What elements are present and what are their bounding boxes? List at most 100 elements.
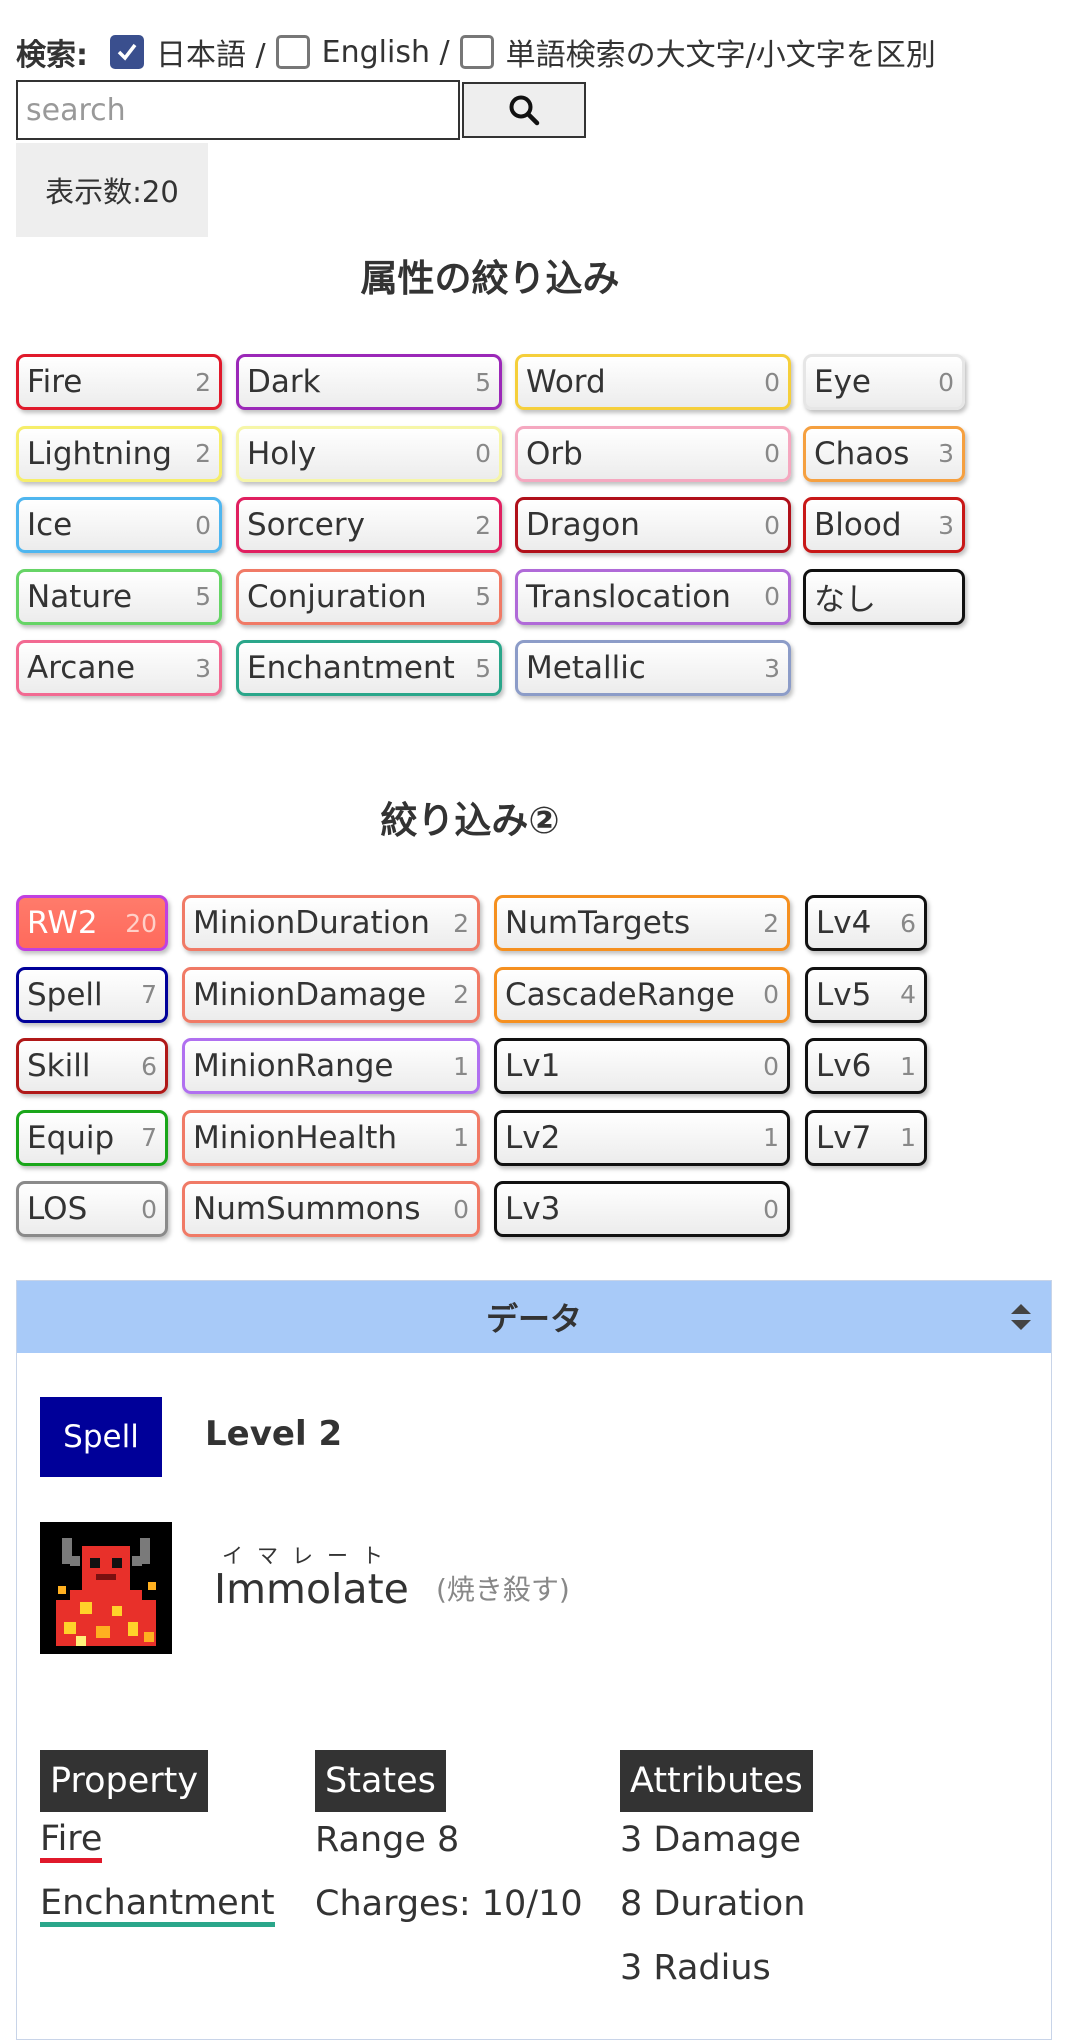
tag-count: 0 — [763, 1051, 779, 1081]
tag-count: 7 — [141, 980, 157, 1009]
attr-tag-enchantment[interactable]: Enchantment 5 — [236, 640, 502, 696]
tag-count: 0 — [764, 439, 780, 468]
tag-count: 0 — [764, 582, 780, 611]
filter2-tag-equip[interactable]: Equip 7 — [16, 1109, 168, 1166]
filter2-tag-minionrange[interactable]: MinionRange 1 — [182, 1038, 480, 1094]
tag-count: 5 — [475, 582, 491, 611]
tag-label: Dark — [247, 364, 321, 400]
sort-icon[interactable] — [1008, 1301, 1034, 1333]
spell-jp-name: (焼き殺す) — [436, 1573, 570, 1606]
attribute-filter-title: 属性の絞り込み — [360, 257, 620, 300]
filter2-tag-lv2[interactable]: Lv2 1 — [494, 1109, 790, 1166]
filter2-tag-los[interactable]: LOS 0 — [16, 1181, 168, 1237]
property-fire: Fire — [40, 1820, 103, 1863]
filter2-tag-numtargets[interactable]: NumTargets 2 — [494, 895, 790, 951]
state-charges: Charges: 10/10 — [315, 1884, 583, 1924]
filter2-tag-cascaderange[interactable]: CascadeRange 0 — [494, 966, 790, 1023]
tag-label: Translocation — [526, 578, 731, 615]
tag-label: MinionDuration — [193, 905, 430, 941]
attr-tag-ice[interactable]: Ice 0 — [16, 497, 222, 553]
japanese-option-label[interactable]: 日本語 / — [156, 30, 266, 74]
search-options: 検索: 日本語 / English / 単語検索の大文字/小文字を区別 — [16, 28, 936, 76]
search-button[interactable] — [462, 82, 586, 138]
tag-count: 6 — [900, 908, 916, 938]
attributes-header: Attributes — [620, 1750, 813, 1812]
filter2-tag-lv3[interactable]: Lv3 0 — [494, 1181, 790, 1237]
tag-count: 2 — [195, 439, 211, 468]
attr-tag-orb[interactable]: Orb 0 — [515, 425, 791, 482]
attr-tag-blood[interactable]: Blood 3 — [803, 497, 965, 553]
english-option-label[interactable]: English / — [322, 35, 450, 70]
attr-tag-nature[interactable]: Nature 5 — [16, 568, 222, 625]
tag-label: Sorcery — [247, 507, 365, 543]
tag-count: 2 — [475, 510, 491, 540]
tag-label: Fire — [27, 364, 83, 400]
search-input[interactable] — [16, 80, 460, 140]
filter2-tag-rw2[interactable]: RW2 20 — [16, 895, 168, 951]
attr-tag-chaos[interactable]: Chaos 3 — [803, 425, 965, 482]
attr-tag-sorcery[interactable]: Sorcery 2 — [236, 497, 502, 553]
filter2-tag-spell[interactable]: Spell 7 — [16, 966, 168, 1023]
filter2-tag-minionhealth[interactable]: MinionHealth 1 — [182, 1109, 480, 1166]
filter2-tag-lv6[interactable]: Lv6 1 — [805, 1038, 927, 1094]
filter2-tag-lv5[interactable]: Lv5 4 — [805, 966, 927, 1023]
display-count[interactable]: 表示数:20 — [16, 143, 208, 237]
attr-tag-none[interactable]: なし — [803, 568, 965, 625]
check-icon — [117, 43, 137, 61]
attr-tag-eye[interactable]: Eye 0 — [803, 354, 965, 410]
filter2-tag-minionduration[interactable]: MinionDuration 2 — [182, 895, 480, 951]
filter2-tag-lv4[interactable]: Lv4 6 — [805, 895, 927, 951]
tag-count: 0 — [195, 510, 211, 540]
tag-count: 0 — [141, 1194, 157, 1224]
japanese-checkbox[interactable] — [110, 35, 144, 69]
attr-tag-conjuration[interactable]: Conjuration 5 — [236, 568, 502, 625]
tag-count: 1 — [900, 1123, 916, 1152]
attr-tag-dark[interactable]: Dark 5 — [236, 354, 502, 410]
immolate-portrait-image — [40, 1522, 172, 1654]
spell-name: Immolate — [214, 1565, 409, 1613]
tag-label: Ice — [27, 507, 73, 543]
filter2-tag-lv7[interactable]: Lv7 1 — [805, 1109, 927, 1166]
attr-tag-arcane[interactable]: Arcane 3 — [16, 640, 222, 696]
tag-count: 0 — [938, 367, 954, 397]
tag-count: 7 — [141, 1123, 157, 1152]
tag-label: Orb — [526, 435, 583, 472]
property-header: Property — [40, 1750, 209, 1812]
tag-count: 5 — [195, 582, 211, 611]
attr-tag-holy[interactable]: Holy 0 — [236, 425, 502, 482]
attr-tag-lightning[interactable]: Lightning 2 — [16, 425, 222, 482]
case-sensitive-checkbox[interactable] — [459, 35, 494, 69]
english-checkbox[interactable] — [275, 35, 310, 69]
tag-count: 2 — [763, 908, 779, 938]
tag-label: MinionDamage — [193, 976, 427, 1013]
tag-count: 5 — [475, 367, 491, 397]
data-panel-header[interactable]: データ — [17, 1281, 1051, 1353]
spell-level: Level 2 — [205, 1414, 343, 1454]
state-range: Range 8 — [315, 1820, 460, 1860]
attr-tag-fire[interactable]: Fire 2 — [16, 354, 222, 410]
filter2-tag-numsummons[interactable]: NumSummons 0 — [182, 1181, 480, 1237]
filter2-tag-miniondamage[interactable]: MinionDamage 2 — [182, 966, 480, 1023]
tag-count: 0 — [475, 439, 491, 468]
tag-count: 1 — [900, 1051, 916, 1081]
case-sensitive-option-label[interactable]: 単語検索の大文字/小文字を区別 — [506, 30, 936, 74]
tag-count: 0 — [763, 1194, 779, 1224]
tag-label: Skill — [27, 1048, 91, 1084]
tag-count: 0 — [764, 367, 780, 397]
attr-tag-word[interactable]: Word 0 — [515, 354, 791, 410]
tag-count: 3 — [195, 653, 211, 683]
tag-label: MinionRange — [193, 1048, 394, 1084]
filter2-tag-lv1[interactable]: Lv1 0 — [494, 1038, 790, 1094]
attr-tag-translocation[interactable]: Translocation 0 — [515, 568, 791, 625]
tag-label: Holy — [247, 435, 317, 472]
tag-label: Lv7 — [816, 1119, 872, 1156]
tag-label: Word — [526, 364, 606, 400]
tag-count: 0 — [763, 980, 779, 1009]
type-badge: Spell — [40, 1397, 162, 1477]
tag-label: Spell — [27, 976, 103, 1013]
attr-tag-dragon[interactable]: Dragon 0 — [515, 497, 791, 553]
attribute-damage: 3 Damage — [620, 1820, 802, 1860]
filter2-tag-skill[interactable]: Skill 6 — [16, 1038, 168, 1094]
attr-tag-metallic[interactable]: Metallic 3 — [515, 640, 791, 696]
attribute-duration: 8 Duration — [620, 1884, 806, 1924]
